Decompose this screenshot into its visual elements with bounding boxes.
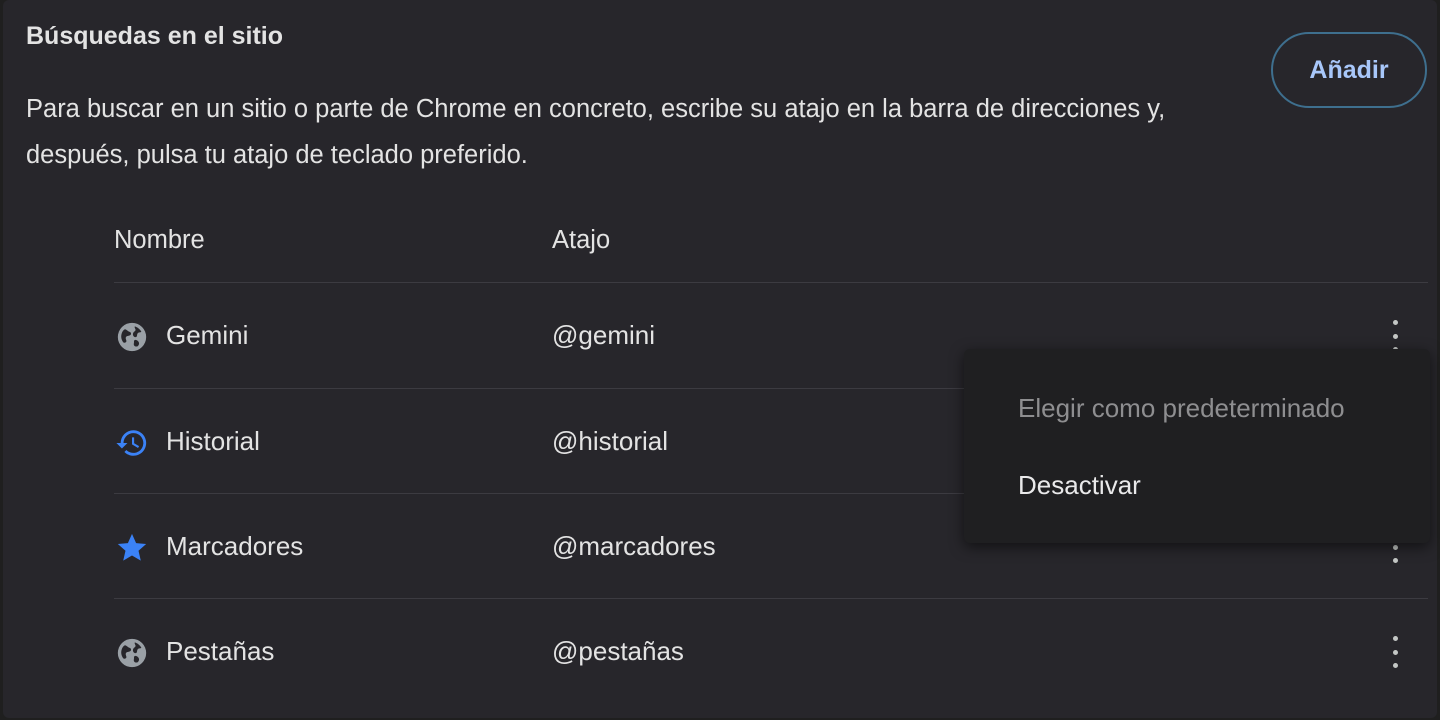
column-header-shortcut: Atajo [552, 226, 611, 254]
star-icon [117, 533, 147, 561]
menu-item-set-default: Elegir como predeterminado [1018, 393, 1345, 423]
row-shortcut: @gemini [552, 320, 655, 350]
section-description: Para buscar en un sitio o parte de Chrom… [26, 95, 1166, 169]
column-header-name: Nombre [114, 226, 205, 254]
globe-icon [117, 322, 147, 352]
section-title: Búsquedas en el sitio [26, 22, 284, 50]
divider [114, 598, 1428, 599]
globe-icon [117, 638, 147, 668]
history-icon [116, 430, 147, 456]
add-button[interactable]: Añadir [1271, 32, 1427, 108]
context-menu: Elegir como predeterminado Desactivar [964, 349, 1430, 543]
row-shortcut: @marcadores [552, 531, 716, 561]
row-name: Marcadores [166, 531, 304, 561]
more-options-icon[interactable] [1384, 634, 1406, 670]
row-name: Historial [166, 426, 260, 456]
menu-item-deactivate[interactable]: Desactivar [1018, 470, 1141, 501]
divider [114, 282, 1428, 283]
row-shortcut: @pestañas [552, 636, 684, 666]
site-search-panel: Búsquedas en el sitio Para buscar en un … [3, 0, 1437, 718]
row-name: Gemini [166, 320, 249, 350]
table-row: Pestañas @pestañas [114, 600, 1428, 705]
row-name: Pestañas [166, 636, 275, 666]
row-shortcut: @historial [552, 426, 668, 456]
